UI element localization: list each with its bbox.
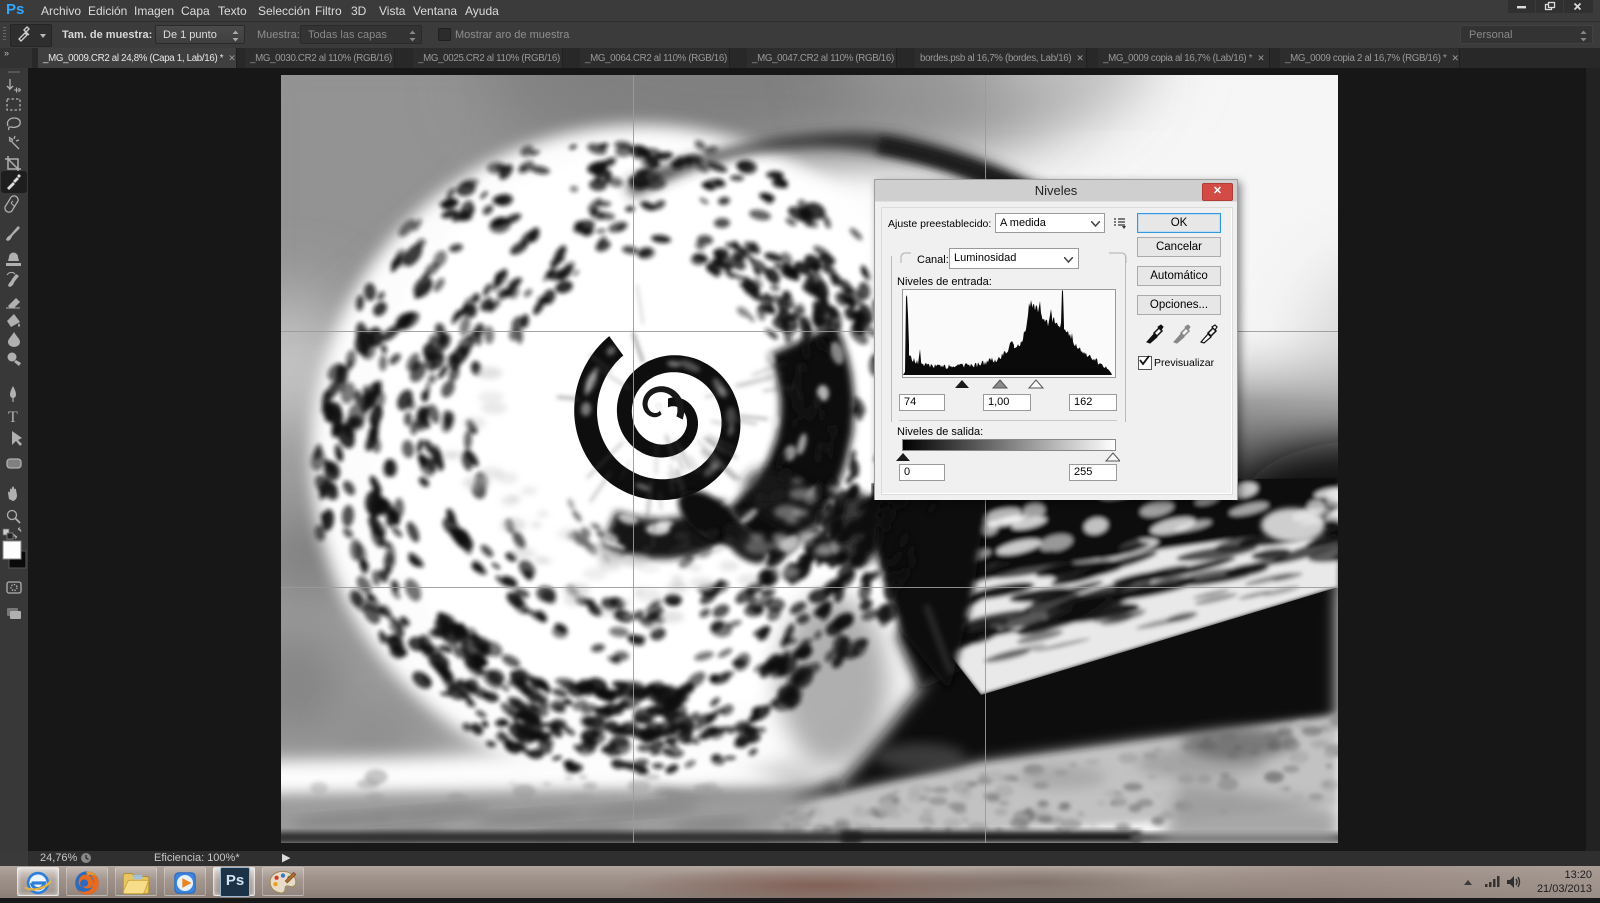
- svg-text:T: T: [8, 409, 18, 426]
